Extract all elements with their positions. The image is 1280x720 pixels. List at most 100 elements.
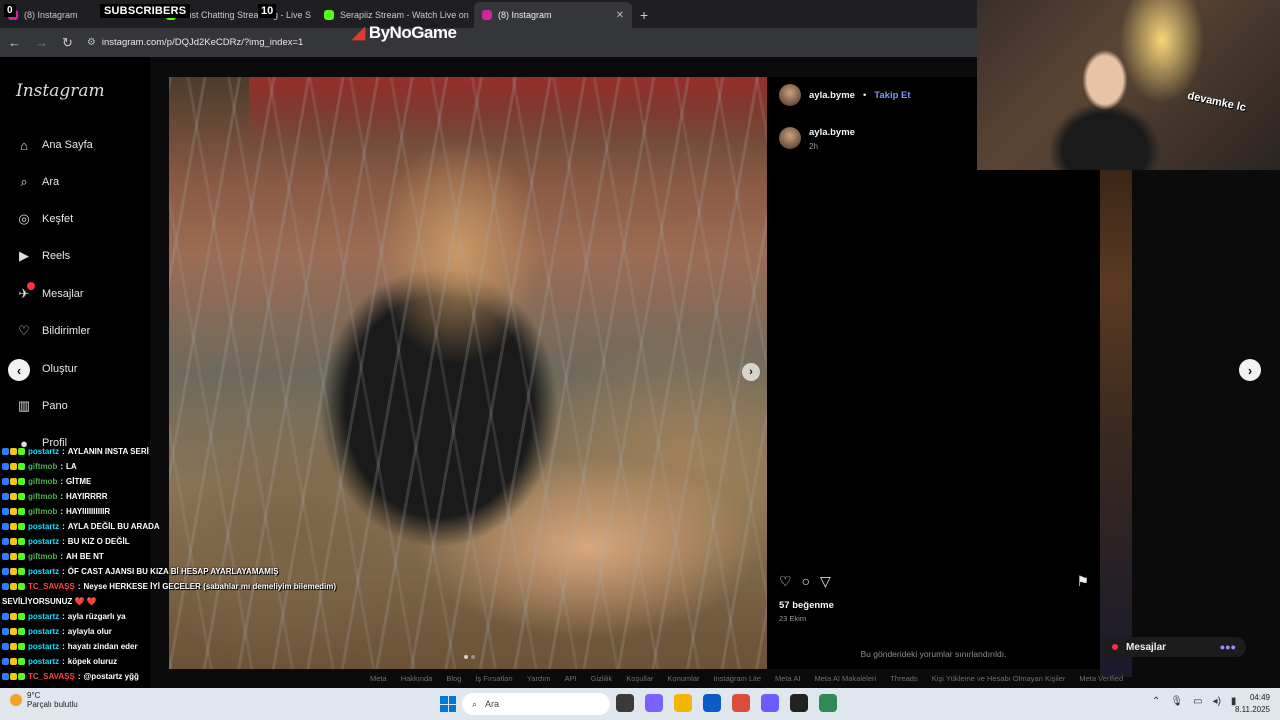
next-image-button[interactable]: › [742,363,760,381]
taskbar-app-icon[interactable] [819,694,837,712]
chevron-up-icon[interactable]: ⌃ [1152,696,1160,707]
footer-link[interactable]: İş Fırsatları [475,674,513,683]
taskbar-search[interactable]: ⌕ Ara [462,693,610,715]
sidebar-item-label: Ara [42,176,60,188]
chat-username[interactable]: giftmob [28,477,57,486]
taskbar-app-icon[interactable] [732,694,750,712]
messages-float-button[interactable]: Mesajlar ●●● [1102,637,1246,657]
taskbar-clock[interactable]: 04:49 8.11.2025 [1226,692,1270,716]
volume-icon[interactable]: ◂) [1213,696,1221,707]
chat-separator: : [77,672,81,681]
close-icon[interactable]: ✕ [616,10,624,21]
chat-username[interactable]: postartz [28,567,59,576]
footer-link[interactable]: Meta AI Makaleleri [814,674,876,683]
chat-text: AH BE NT [66,552,104,561]
footer-link[interactable]: Gizlilik [591,674,613,683]
chat-message: giftmob: LA [2,459,332,474]
footer-link[interactable]: Meta AI [775,674,800,683]
avatar-stack: ●●● [1219,642,1236,652]
chat-username[interactable]: TC_SAVAŞŞ [28,582,75,591]
chat-username[interactable]: giftmob [28,507,57,516]
chat-username[interactable]: postartz [28,627,59,636]
reload-icon[interactable]: ↻ [62,35,73,51]
sidebar-item-reels[interactable]: ▶ Reels [16,248,70,264]
avatar[interactable] [779,127,801,149]
chat-username[interactable]: postartz [28,657,59,666]
footer-link[interactable]: Konumlar [667,674,699,683]
chat-separator: : [60,552,63,561]
chat-username[interactable]: giftmob [28,462,57,471]
taskbar-app-icon[interactable] [703,694,721,712]
network-icon[interactable]: ▭ [1193,696,1202,707]
taskbar-app-icon[interactable] [645,694,663,712]
url-field[interactable]: ⚙ instagram.com/p/DQJd2KeCDRz/?img_index… [87,37,303,48]
tab-instagram-active[interactable]: (8) Instagram ✕ [474,2,632,28]
carousel-dots [464,655,475,659]
back-icon[interactable]: ← [8,35,21,50]
new-tab-button[interactable]: + [632,2,656,28]
weather-widget[interactable]: 9°C Parçalı bulutlu [10,691,78,709]
footer-link[interactable]: Koşullar [626,674,653,683]
forward-icon[interactable]: → [35,35,48,50]
comments-restricted-note: Bu gönderideki yorumlar sınırlandırıldı. [860,649,1007,659]
footer-link[interactable]: Threads [890,674,918,683]
chat-username[interactable]: giftmob [28,492,57,501]
chat-username[interactable]: postartz [28,522,59,531]
caption-username[interactable]: ayla.byme [809,127,855,138]
sidebar-item-explore[interactable]: ◎ Keşfet [16,211,73,227]
chat-badges [2,658,25,665]
prev-post-button[interactable]: ‹ [8,359,30,381]
footer-link[interactable]: Instagram Lite [714,674,762,683]
comment-icon[interactable]: ○ [802,573,810,590]
screen: (8) Instagram ✕ Just Chatting Streaming … [0,0,1280,720]
chevron-left-icon: ‹ [16,362,22,378]
footer-link[interactable]: Blog [446,674,461,683]
weather-temp: 9°C [27,691,41,700]
microphone-icon[interactable]: 🎙 [1170,696,1183,707]
instagram-logo[interactable]: Instagram [16,81,105,101]
footer-link[interactable]: Hakkında [401,674,433,683]
footer-link[interactable]: Kişi Yükleme ve Hesabı Olmayan Kişiler [932,674,1066,683]
sidebar-item-search[interactable]: ⌕ Ara [16,174,59,190]
avatar[interactable] [779,84,801,106]
footer-link[interactable]: Yardım [527,674,551,683]
chevron-right-icon: › [749,366,753,378]
chat-username[interactable]: giftmob [28,552,57,561]
subscribers-count: 10 [258,4,277,18]
site-info-icon[interactable]: ⚙ [87,37,96,48]
sidebar-item-dashboard[interactable]: ▥ Pano [16,398,68,414]
chat-username[interactable]: postartz [28,537,59,546]
taskbar-app-icon[interactable] [790,694,808,712]
chat-message: TC_SAVAŞŞ: @postartz yğğ [2,669,332,684]
post-username[interactable]: ayla.byme [809,90,855,101]
likes-count[interactable]: 57 beğenme [779,600,834,611]
share-icon[interactable]: ▽ [820,573,831,590]
sidebar-item-notifications[interactable]: ♡ Bildirimler [16,323,90,339]
chat-username[interactable]: TC_SAVAŞŞ [28,672,75,681]
follow-button[interactable]: Takip Et [874,90,910,101]
taskbar-app-icon[interactable] [674,694,692,712]
like-icon[interactable]: ♡ [779,573,792,590]
system-tray: ⌃ 🎙 ▭ ◂) ▮ [1152,696,1236,707]
notification-badge [27,282,35,290]
next-post-button[interactable]: › [1239,359,1261,381]
footer-link[interactable]: Meta Verified [1079,674,1123,683]
post-date: 23 Ekim [779,614,807,623]
notification-badge [1112,644,1118,650]
chat-separator: : [62,537,65,546]
home-icon: ⌂ [20,137,28,153]
taskbar-app-icon[interactable] [761,694,779,712]
chat-username[interactable]: postartz [28,612,59,621]
chat-username[interactable]: postartz [28,642,59,651]
webcam-overlay-text: devamke lc [1186,89,1247,115]
taskbar-app-icon[interactable] [616,694,634,712]
bookmark-icon[interactable]: ⚑ [1076,573,1089,590]
chat-username[interactable]: postartz [28,447,59,456]
sidebar-item-home[interactable]: ⌂ Ana Sayfa [16,137,93,153]
chat-separator: : [60,507,63,516]
footer-link[interactable]: API [565,674,577,683]
footer-link[interactable]: Meta [370,674,387,683]
chat-text: AYLANIN INSTA SERİ [67,447,149,456]
sidebar-item-messages[interactable]: ✈ Mesajlar [16,282,84,302]
windows-start-icon[interactable] [440,696,456,712]
